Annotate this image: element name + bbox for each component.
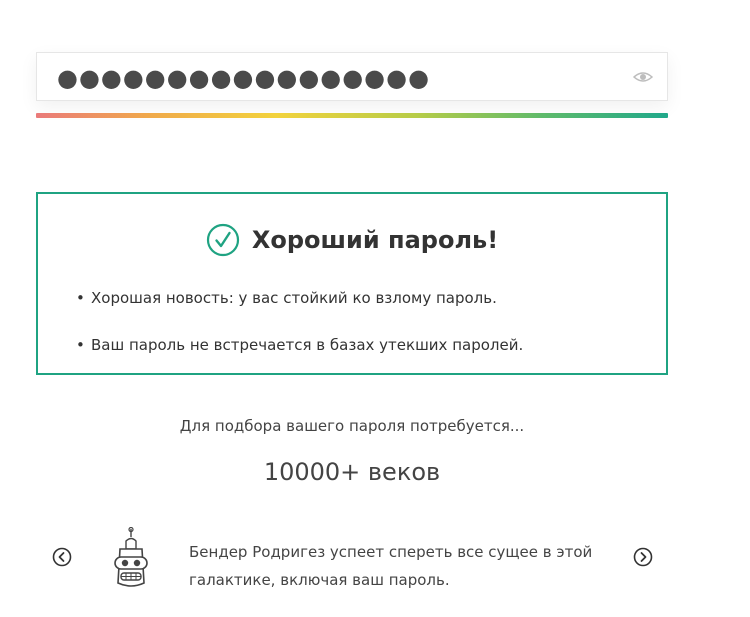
password-checker-page: ●●●●●●●●●●●●●●●●● Хороший пароль! • Хорош… — [0, 0, 750, 617]
result-list: • Хорошая новость: у вас стойкий ко взлом… — [76, 288, 523, 382]
result-item: • Хорошая новость: у вас стойкий ко взлом… — [76, 288, 523, 308]
bender-robot-icon — [114, 527, 148, 587]
arrow-right-icon[interactable] — [633, 547, 653, 567]
crack-time-caption: Для подбора вашего пароля потребуется... — [179, 417, 525, 435]
result-header: Хороший пароль! — [38, 223, 666, 257]
bullet: • — [76, 336, 85, 354]
password-strength-bar — [36, 113, 668, 118]
crack-time-value: 10000+ веков — [263, 458, 441, 486]
carousel-text-line: галактике, включая ваш пароль. — [189, 571, 450, 589]
bullet: • — [76, 289, 85, 307]
password-masked-value: ●●●●●●●●●●●●●●●●● — [57, 64, 431, 92]
carousel-text-line: Бендер Родригез успеет спереть все сущее… — [189, 543, 593, 561]
result-item-text: Ваш пароль не встречается в базах утекши… — [91, 336, 524, 354]
result-box: Хороший пароль! • Хорошая новость: у вас … — [36, 192, 668, 375]
result-title: Хороший пароль! — [251, 226, 499, 254]
result-item-text: Хорошая новость: у вас стойкий ко взлому… — [91, 289, 497, 307]
password-input[interactable]: ●●●●●●●●●●●●●●●●● — [36, 52, 668, 101]
result-item: • Ваш пароль не встречается в базах утекш… — [76, 335, 523, 355]
eye-icon[interactable] — [633, 69, 653, 85]
check-circle-icon — [206, 223, 239, 257]
carousel-text: Бендер Родригез успеет спереть все сущее… — [189, 538, 609, 594]
arrow-left-icon[interactable] — [52, 547, 72, 567]
